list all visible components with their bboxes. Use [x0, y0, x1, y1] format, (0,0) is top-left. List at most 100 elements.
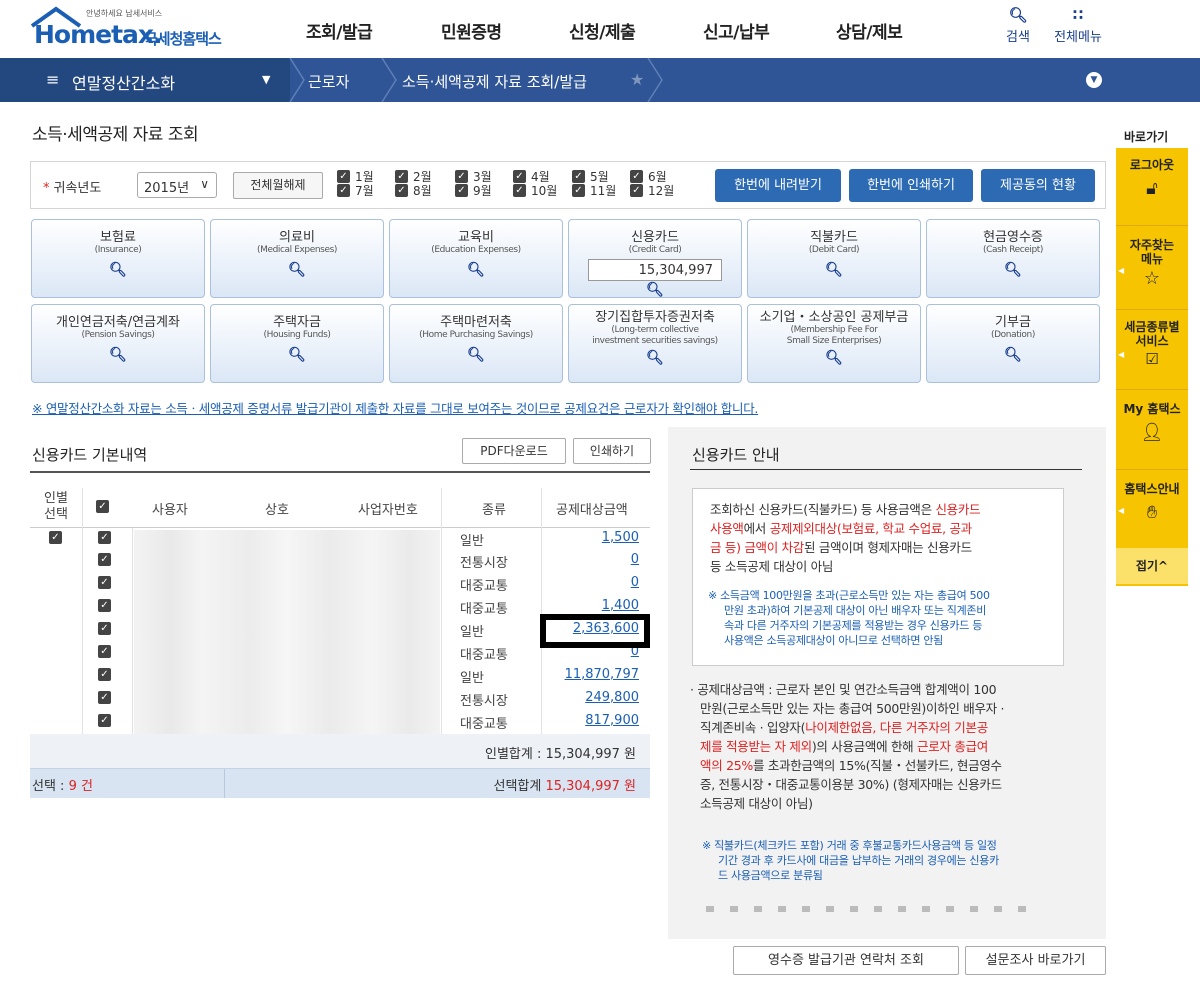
row-checkbox[interactable]: ✓	[98, 622, 116, 637]
print-button[interactable]: 인쇄하기	[573, 438, 651, 464]
menu-selector[interactable]: ≡ 연말정산간소화 ▼	[0, 58, 290, 102]
checkbox-checked-icon: ✓	[395, 184, 408, 197]
month-checkbox[interactable]: ✓ 4월	[513, 170, 550, 184]
quick-label: 서비스	[1135, 334, 1169, 348]
tile-label: 보험료	[100, 230, 136, 245]
guide-text: )의 사용금액에 한해	[811, 739, 914, 754]
row-checkbox[interactable]: ✓	[98, 668, 116, 683]
row-amount-link[interactable]: 817,900	[549, 713, 639, 728]
col-select-line1: 인별	[44, 491, 68, 506]
person-select-checkbox[interactable]: ✓	[49, 531, 67, 546]
breadcrumb-current-page[interactable]: 소득·세액공제 자료 조회/발급	[402, 71, 587, 92]
row-checkbox[interactable]: ✓	[98, 531, 116, 546]
row-checkbox[interactable]: ✓	[98, 714, 116, 729]
search-icon: 🔍︎	[467, 262, 485, 278]
row-checkbox[interactable]: ✓	[98, 553, 116, 568]
breadcrumb-worker[interactable]: 근로자	[308, 71, 349, 92]
tile-medical[interactable]: 의료비 (Medical Expenses) 🔍︎	[210, 219, 384, 298]
quickbar: 로그아웃 🔓︎ ◀ 자주찾는 메뉴 ☆ ◀ 세금종류별 서비스 ☑ My 홈택스…	[1116, 148, 1188, 586]
deduction-notice-link[interactable]: ※ 연말정산간소화 자료는 소득ㆍ세액공제 증명서류 발급기관이 제출한 자료를…	[32, 398, 758, 417]
month-checkbox[interactable]: ✓ 8월	[395, 184, 432, 198]
guide-text: 등 소득공제 대상이 아님	[710, 559, 834, 574]
tile-donation[interactable]: 기부금 (Donation) 🔍︎	[926, 304, 1100, 383]
month-checkbox[interactable]: ✓ 2월	[395, 170, 432, 184]
download-all-button[interactable]: 한번에 내려받기	[715, 169, 841, 202]
consent-status-button[interactable]: 제공동의 현황	[981, 169, 1095, 202]
hometax-logo[interactable]: 안녕하세요 납세서비스 Hometax. 국세청홈택스	[30, 6, 240, 52]
tax-type-service-button[interactable]: ◀ 세금종류별 서비스 ☑	[1116, 310, 1188, 390]
tile-credit-card[interactable]: 신용카드 (Credit Card) 15,304,997 🔍︎	[568, 219, 742, 298]
favorite-star-icon[interactable]: ★	[630, 70, 644, 89]
gnb-item-inquiry[interactable]: 조회/발급	[306, 18, 373, 43]
location-bar: ≡ 연말정산간소화 ▼ 근로자 소득·세액공제 자료 조회/발급 ★ ▼	[0, 58, 1200, 102]
guide-text: 를 초과한금액의 15%(직불・선불카드, 현금영수	[752, 758, 1002, 773]
row-amount-link[interactable]: 1,500	[549, 530, 639, 545]
survey-button[interactable]: 설문조사 바로가기	[965, 946, 1106, 975]
tile-insurance[interactable]: 보험료 (Insurance) 🔍︎	[31, 219, 205, 298]
col-select: 인별 선택	[30, 491, 82, 523]
month-checkbox[interactable]: ✓ 12월	[630, 184, 674, 198]
month-checkbox[interactable]: ✓ 5월	[572, 170, 609, 184]
month-label: 2월	[413, 170, 432, 184]
top-header: 안녕하세요 납세서비스 Hometax. 국세청홈택스 조회/발급 민원증명 신…	[0, 0, 1200, 58]
search-button[interactable]: 🔍︎ 검색	[988, 6, 1048, 45]
tile-cash-receipt[interactable]: 현금영수증 (Cash Receipt) 🔍︎	[926, 219, 1100, 298]
row-checkbox[interactable]: ✓	[98, 576, 116, 591]
row-kind: 대중교통	[460, 717, 508, 732]
tile-debit-card[interactable]: 직불카드 (Debit Card) 🔍︎	[747, 219, 921, 298]
tile-pension-savings[interactable]: 개인연금저축/연금계좌 (Pension Savings) 🔍︎	[31, 304, 205, 383]
tile-housing-funds[interactable]: 주택자금 (Housing Funds) 🔍︎	[210, 304, 384, 383]
row-amount-link[interactable]: 249,800	[549, 690, 639, 705]
row-checkbox[interactable]: ✓	[98, 691, 116, 706]
tile-label: 장기집합투자증권저축	[595, 310, 715, 325]
print-all-button[interactable]: 한번에 인쇄하기	[849, 169, 973, 202]
row-checkbox[interactable]: ✓	[98, 599, 116, 614]
current-menu-label: 연말정산간소화	[72, 74, 176, 93]
guide-text-highlight: 액의 25%	[700, 758, 753, 773]
row-amount-link[interactable]: 0	[549, 575, 639, 590]
col-user: 사용자	[152, 503, 188, 518]
gnb-item-certificate[interactable]: 민원증명	[441, 18, 502, 43]
tile-education[interactable]: 교육비 (Education Expenses) 🔍︎	[389, 219, 563, 298]
deselect-all-months-button[interactable]: 전체월해제	[233, 172, 323, 199]
year-select[interactable]: 2015년 ∨	[137, 172, 217, 198]
gnb-item-consult[interactable]: 상담/제보	[836, 18, 903, 43]
pdf-download-button[interactable]: PDF다운로드	[462, 438, 566, 464]
month-checkbox[interactable]: ✓ 11월	[572, 184, 616, 198]
header-checkall-checkbox[interactable]: ✓	[96, 500, 114, 515]
guide-note-line: ※ 직불카드(체크카드 포함) 거래 중 후불교통카드사용금액 등 일정	[702, 839, 997, 852]
month-checkbox[interactable]: ✓ 1월	[337, 170, 374, 184]
col-store: 상호	[265, 503, 289, 518]
tile-label: 기부금	[995, 315, 1031, 330]
tile-longterm-investment[interactable]: 장기집합투자증권저축 (Long-term collective investm…	[568, 304, 742, 383]
guide-text-highlight: 공제제외대상(보험료, 학교 수업료, 공과	[769, 521, 972, 536]
row-amount-link[interactable]: 0	[549, 552, 639, 567]
hometax-guide-button[interactable]: ◀ 홈택스안내 ✋︎	[1116, 470, 1188, 548]
logout-button[interactable]: 로그아웃 🔓︎	[1116, 148, 1188, 226]
selected-total-row: 선택 : 9 건 선택합계 15,304,997 원	[30, 768, 650, 798]
row-kind: 일반	[460, 625, 484, 640]
card-section-title: 신용카드 기본내역	[32, 446, 148, 464]
fold-quickbar-button[interactable]: 접기^	[1116, 548, 1188, 584]
month-checkbox[interactable]: ✓ 3월	[455, 170, 492, 184]
month-checkbox[interactable]: ✓ 7월	[337, 184, 374, 198]
expand-chevron-icon[interactable]: ▼	[1086, 72, 1102, 88]
receipt-issuer-contact-button[interactable]: 영수증 발급기관 연락처 조회	[733, 946, 959, 975]
row-amount-link[interactable]: 11,870,797	[549, 667, 639, 682]
tile-small-business-deduction[interactable]: 소기업・소상공인 공제부금 (Membership Fee For Small …	[747, 304, 921, 383]
all-menu-button[interactable]: ∷ 전체메뉴	[1048, 6, 1108, 45]
gnb-item-apply[interactable]: 신청/제출	[569, 18, 636, 43]
row-checkbox[interactable]: ✓	[98, 645, 116, 660]
month-checkbox[interactable]: ✓ 10월	[513, 184, 557, 198]
favorite-menu-button[interactable]: ◀ 자주찾는 메뉴 ☆	[1116, 226, 1188, 310]
logo-korean: 국세청홈택스	[144, 30, 222, 48]
gnb-item-report-pay[interactable]: 신고/납부	[703, 18, 770, 43]
tile-home-purchasing-savings[interactable]: 주택마련저축 (Home Purchasing Savings) 🔍︎	[389, 304, 563, 383]
search-icon: 🔍︎	[825, 262, 843, 278]
my-hometax-button[interactable]: My 홈택스 👤︎	[1116, 390, 1188, 470]
month-checkbox[interactable]: ✓ 6월	[630, 170, 667, 184]
month-checkbox[interactable]: ✓ 9월	[455, 184, 492, 198]
row-amount-link[interactable]: 1,400	[549, 598, 639, 613]
tile-label-en: (Debit Card)	[808, 245, 860, 255]
col-divider	[541, 488, 542, 734]
